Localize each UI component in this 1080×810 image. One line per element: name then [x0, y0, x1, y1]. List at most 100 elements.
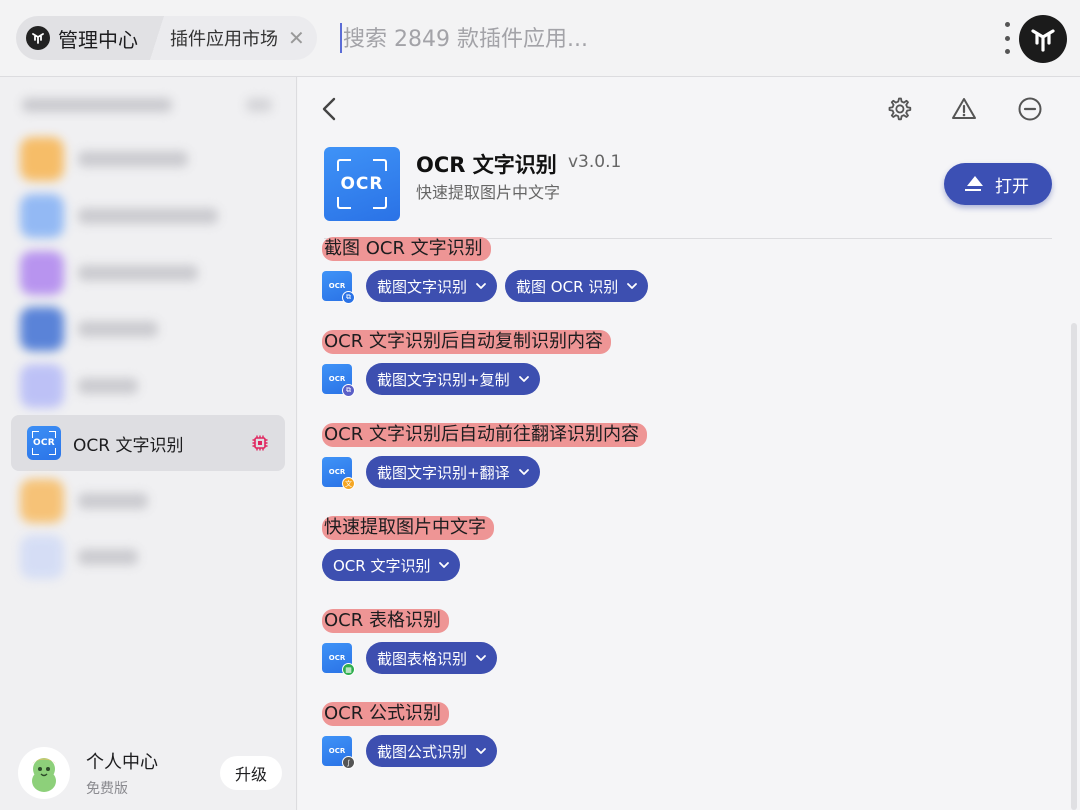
command-row: OCR ▦ 截图表格识别	[322, 642, 505, 676]
ocr-command-icon: OCR 文	[322, 457, 355, 490]
sidebar-item-blurred[interactable]	[20, 477, 280, 525]
command-label: 截图表格识别	[377, 649, 468, 668]
feature-title: OCR 公式识别	[322, 702, 449, 726]
command-label: 截图 OCR 识别	[516, 277, 619, 296]
sidebar-item-ocr[interactable]: OCR OCR 文字识别	[11, 415, 285, 471]
command-button[interactable]: 截图文字识别+翻译	[366, 456, 540, 488]
feature-title: 截图 OCR 文字识别	[322, 237, 491, 261]
top-bar: 管理中心 插件应用市场 ✕	[0, 0, 1080, 77]
command-icon-text: OCR	[328, 654, 346, 662]
ocr-command-icon: OCR ⧉	[322, 364, 355, 397]
user-center[interactable]: 个人中心 免费版 升级	[18, 747, 282, 799]
chevron-down-icon[interactable]	[475, 652, 487, 664]
search-input[interactable]	[343, 20, 903, 58]
command-button[interactable]: 截图表格识别	[366, 642, 498, 674]
chip-icon	[252, 435, 268, 451]
warning-icon[interactable]	[950, 95, 978, 123]
search-caret	[340, 23, 342, 53]
chevron-down-icon[interactable]	[518, 466, 530, 478]
chevron-down-icon[interactable]	[475, 745, 487, 757]
command-button[interactable]: 截图公式识别	[366, 735, 498, 767]
command-icon-text: OCR	[328, 282, 346, 290]
sidebar-item-label: OCR 文字识别	[73, 435, 184, 456]
avatar[interactable]	[18, 747, 70, 799]
eject-icon-bar	[965, 189, 981, 191]
scrollbar[interactable]	[1071, 323, 1077, 810]
crumb-sub-label: 插件应用市场	[170, 29, 278, 50]
command-row: OCR 文字识别	[322, 549, 494, 581]
command-label: OCR 文字识别	[333, 556, 431, 575]
command-icon-text: OCR	[328, 375, 346, 383]
command-row: OCR ⧉ 截图文字识别 截图 OCR 识别	[322, 270, 656, 304]
sidebar-item-blurred[interactable]	[20, 249, 280, 297]
command-button[interactable]: OCR 文字识别	[322, 549, 461, 581]
command-label: 截图文字识别	[377, 277, 468, 296]
command-badge-icon: ⧉	[342, 291, 355, 304]
plugin-logo: OCR	[324, 147, 400, 221]
chevron-down-icon[interactable]	[518, 373, 530, 385]
open-button-label: 打开	[995, 176, 1029, 197]
command-button[interactable]: 截图文字识别	[366, 270, 498, 302]
command-button[interactable]: 截图 OCR 识别	[505, 270, 649, 302]
command-row: OCR ⧉ 截图文字识别+复制	[322, 363, 611, 397]
crumb-plugin-market[interactable]: 插件应用市场 ✕	[164, 16, 317, 60]
app-logo-button[interactable]	[1019, 15, 1067, 63]
sidebar-item-blurred[interactable]	[20, 362, 280, 410]
feature-section: OCR 文字识别后自动前往翻译识别内容 OCR 文 截图文字识别+翻译	[322, 423, 647, 490]
chevron-down-icon[interactable]	[475, 280, 487, 292]
sidebar: OCR OCR 文字识别 个人中心 免费版 升级	[0, 77, 297, 810]
plugin-name: OCR 文字识别	[416, 153, 557, 177]
feature-section: OCR 文字识别后自动复制识别内容 OCR ⧉ 截图文字识别+复制	[322, 330, 611, 397]
user-name: 个人中心	[86, 752, 158, 773]
feature-section: 快速提取图片中文字 OCR 文字识别	[322, 516, 494, 581]
plugin-description: 快速提取图片中文字	[416, 183, 561, 202]
feature-section: 截图 OCR 文字识别 OCR ⧉ 截图文字识别 截图 OCR 识别	[322, 237, 656, 304]
command-badge-icon: ⧉	[342, 384, 355, 397]
feature-title: OCR 文字识别后自动复制识别内容	[322, 330, 611, 354]
plugin-detail-panel: OCR OCR 文字识别 v3.0.1 快速提取图片中文字 打开 截图 OCR …	[298, 77, 1080, 810]
feature-title: OCR 文字识别后自动前往翻译识别内容	[322, 423, 647, 447]
chevron-down-icon[interactable]	[626, 280, 638, 292]
ocr-icon-text: OCR	[32, 438, 56, 448]
plugin-version: v3.0.1	[568, 152, 622, 172]
feature-section: OCR 公式识别 OCR ∫ 截图公式识别	[322, 702, 505, 769]
command-label: 截图文字识别+复制	[377, 370, 510, 389]
settings-icon[interactable]	[885, 95, 913, 123]
user-info: 个人中心 免费版	[86, 748, 220, 798]
chevron-down-icon[interactable]	[438, 559, 450, 571]
ocr-command-icon: OCR ⧉	[322, 271, 355, 304]
command-icon-text: OCR	[328, 468, 346, 476]
command-row: OCR ∫ 截图公式识别	[322, 735, 505, 769]
uninstall-icon[interactable]	[1016, 95, 1044, 123]
crumb-main-label: 管理中心	[58, 27, 138, 52]
sidebar-item-blurred[interactable]	[20, 192, 280, 240]
upgrade-button[interactable]: 升级	[220, 756, 282, 790]
feature-section: OCR 表格识别 OCR ▦ 截图表格识别	[322, 609, 505, 676]
ocr-command-icon: OCR ▦	[322, 643, 355, 676]
crumb-management-center[interactable]: 管理中心	[16, 16, 150, 60]
ocr-command-icon: OCR ∫	[322, 736, 355, 769]
more-options-icon[interactable]	[1001, 22, 1013, 54]
breadcrumb: 管理中心 插件应用市场 ✕	[16, 16, 317, 60]
eject-icon	[967, 176, 983, 186]
ocr-plugin-icon: OCR	[27, 426, 61, 460]
sidebar-item-blurred[interactable]	[20, 305, 280, 353]
open-button[interactable]: 打开	[944, 163, 1052, 205]
command-badge-icon: ▦	[342, 663, 355, 676]
user-plan: 免费版	[86, 781, 128, 797]
crumb-separator	[150, 16, 164, 60]
back-icon[interactable]	[318, 95, 342, 123]
close-icon[interactable]: ✕	[288, 28, 305, 48]
command-label: 截图公式识别	[377, 742, 468, 761]
command-label: 截图文字识别+翻译	[377, 463, 510, 482]
plugin-logo-text: OCR	[340, 174, 384, 194]
command-row: OCR 文 截图文字识别+翻译	[322, 456, 647, 490]
command-badge-icon: ∫	[342, 756, 355, 769]
command-button[interactable]: 截图文字识别+复制	[366, 363, 540, 395]
sidebar-item-blurred[interactable]	[20, 135, 280, 183]
feature-title: OCR 表格识别	[322, 609, 449, 633]
command-badge-icon: 文	[342, 477, 355, 490]
sidebar-item-blurred[interactable]	[20, 533, 280, 581]
feature-title: 快速提取图片中文字	[322, 516, 494, 540]
app-logo-icon	[26, 26, 50, 50]
